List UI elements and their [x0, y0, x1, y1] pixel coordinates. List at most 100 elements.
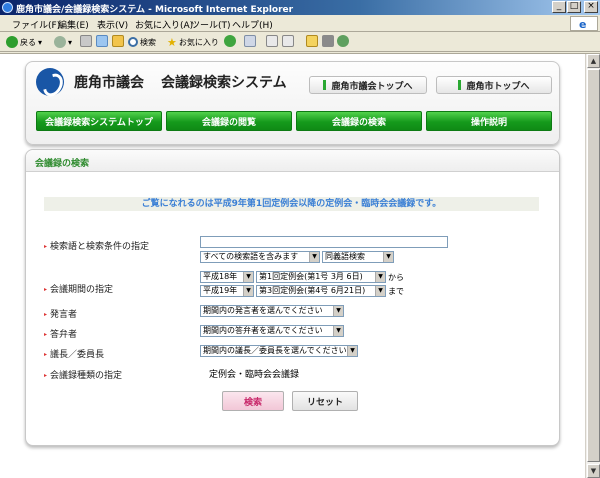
mail-icon[interactable]	[244, 35, 256, 47]
window-controls: _ □ ×	[552, 1, 598, 13]
org-name: 鹿角市議会	[74, 75, 144, 91]
chevron-down-icon: ▼	[383, 252, 393, 262]
city-top-label: 鹿角市トップへ	[466, 81, 530, 92]
window-titlebar: 鹿角市議会/会議録検索システム - Microsoft Internet Exp…	[0, 0, 600, 15]
answerer-select[interactable]: 期間内の答弁者を選んでください ▼	[200, 325, 344, 337]
link-marker-icon	[458, 80, 462, 90]
minimize-button[interactable]: _	[552, 1, 566, 13]
chevron-down-icon: ▼	[309, 252, 319, 262]
chevron-down-icon: ▼	[333, 326, 343, 336]
from-session-value: 第1回定例会(第1号 3月 6日)	[259, 272, 363, 281]
back-arrow-icon	[6, 36, 18, 48]
answerer-label: 答弁者	[44, 327, 77, 340]
web-page: 鹿角市議会 会議録検索システム 鹿角市議会トップへ 鹿角市トップへ 会議録検索シ…	[0, 54, 585, 478]
reset-button[interactable]: リセット	[292, 391, 358, 411]
chevron-down-icon: ▼	[243, 286, 253, 296]
scroll-down-icon[interactable]: ▼	[587, 464, 600, 478]
chair-select[interactable]: 期間内の議長／委員長を選んでください ▼	[200, 345, 358, 357]
history-icon[interactable]	[224, 35, 236, 47]
from-year-value: 平成18年	[203, 272, 238, 281]
search-button[interactable]: 検索	[128, 35, 156, 49]
chevron-down-icon: ▼	[243, 272, 253, 282]
menu-view[interactable]: 表示(V)	[97, 18, 128, 31]
menu-edit[interactable]: 編集(E)	[58, 18, 89, 31]
record-type-value: 定例会・臨時会会議録	[209, 370, 300, 380]
synonym-value: 同義語検索	[325, 252, 365, 261]
scroll-up-icon[interactable]: ▲	[587, 54, 600, 68]
menu-favorites[interactable]: お気に入り(A)	[135, 18, 193, 31]
answerer-value: 期間内の答弁者を選んでください	[203, 326, 323, 335]
from-suffix: から	[388, 273, 404, 282]
from-year-select[interactable]: 平成18年 ▼	[200, 271, 254, 283]
back-button[interactable]: 戻る ▾	[6, 35, 42, 49]
maximize-button[interactable]: □	[567, 1, 581, 13]
council-top-link[interactable]: 鹿角市議会トップへ	[309, 76, 427, 94]
to-session-select[interactable]: 第3回定例会(第4号 6月21日) ▼	[256, 285, 386, 297]
search-panel-header: 会議録の検索	[26, 150, 559, 172]
chevron-down-icon: ▼	[333, 306, 343, 316]
star-icon: ★	[167, 35, 177, 49]
synonym-select[interactable]: 同義語検索 ▼	[322, 251, 394, 263]
keyword-label: 検索語と検索条件の指定	[44, 239, 149, 252]
link-marker-icon	[323, 80, 327, 90]
keyword-condition-value: すべての検索語を含みます	[203, 252, 299, 261]
window-title: 鹿角市議会/会議録検索システム - Microsoft Internet Exp…	[16, 5, 294, 15]
scrollbar-thumb[interactable]	[587, 69, 600, 462]
favorites-label: お気に入り	[178, 37, 219, 47]
period-label: 会議期間の指定	[44, 282, 113, 295]
menu-tools[interactable]: ツール(T)	[191, 18, 231, 31]
forward-dropdown-icon[interactable]: ▾	[68, 38, 72, 47]
browser-viewport: 鹿角市議会 会議録検索システム 鹿角市議会トップへ 鹿角市トップへ 会議録検索シ…	[0, 53, 600, 478]
home-icon[interactable]	[112, 35, 124, 47]
city-logo-icon	[36, 68, 64, 96]
favorites-button[interactable]: ★ お気に入り	[167, 35, 219, 49]
from-session-select[interactable]: 第1回定例会(第1号 3月 6日) ▼	[256, 271, 386, 283]
research-icon[interactable]	[337, 35, 349, 47]
speaker-value: 期間内の発言者を選んでください	[203, 306, 323, 315]
refresh-icon[interactable]	[96, 35, 108, 47]
chevron-down-icon: ▼	[375, 272, 385, 282]
menu-help[interactable]: ヘルプ(H)	[232, 18, 273, 31]
vertical-scrollbar[interactable]: ▲ ▼	[585, 54, 600, 478]
council-top-label: 鹿角市議会トップへ	[331, 81, 413, 92]
search-icon	[128, 37, 138, 47]
messenger-icon[interactable]	[322, 35, 334, 47]
nav-system-top[interactable]: 会議録検索システムトップ	[36, 111, 162, 131]
speaker-label: 発言者	[44, 307, 77, 320]
ie-icon	[2, 2, 13, 13]
forward-button[interactable]: ▾	[54, 35, 72, 49]
system-name: 会議録検索システム	[161, 75, 287, 91]
back-label: 戻る	[20, 37, 36, 47]
nav-search[interactable]: 会議録の検索	[296, 111, 422, 131]
to-year-value: 平成19年	[203, 286, 238, 295]
edit-icon[interactable]	[282, 35, 294, 47]
to-suffix: まで	[388, 287, 404, 296]
city-top-link[interactable]: 鹿角市トップへ	[436, 76, 552, 94]
toolbar: 戻る ▾ ▾ 検索 ★ お気に入り	[0, 32, 600, 52]
search-label: 検索	[140, 37, 156, 47]
print-icon[interactable]	[266, 35, 278, 47]
stop-icon[interactable]	[80, 35, 92, 47]
nav-browse[interactable]: 会議録の閲覧	[166, 111, 292, 131]
site-header: 鹿角市議会 会議録検索システム 鹿角市議会トップへ 鹿角市トップへ 会議録検索シ…	[25, 61, 560, 145]
chair-value: 期間内の議長／委員長を選んでください	[203, 346, 347, 355]
folder-icon[interactable]	[306, 35, 318, 47]
search-panel: 会議録の検索 ご覧になれるのは平成9年第1回定例会以降の定例会・臨時会会議録です…	[25, 149, 560, 446]
windows-logo-icon: e	[570, 16, 598, 31]
chevron-down-icon: ▼	[347, 346, 357, 356]
menu-bar: ファイル(F) 編集(E) 表示(V) お気に入り(A) ツール(T) ヘルプ(…	[0, 15, 600, 32]
keyword-condition-select[interactable]: すべての検索語を含みます ▼	[200, 251, 320, 263]
search-submit-button[interactable]: 検索	[222, 391, 284, 411]
nav-help[interactable]: 操作説明	[426, 111, 552, 131]
back-dropdown-icon[interactable]: ▾	[38, 38, 42, 47]
to-session-value: 第3回定例会(第4号 6月21日)	[259, 286, 366, 295]
speaker-select[interactable]: 期間内の発言者を選んでください ▼	[200, 305, 344, 317]
chair-label: 議長／委員長	[44, 347, 104, 360]
forward-arrow-icon	[54, 36, 66, 48]
search-panel-title: 会議録の検索	[35, 159, 90, 169]
to-year-select[interactable]: 平成19年 ▼	[200, 285, 254, 297]
record-type-label: 会議録種類の指定	[44, 368, 122, 381]
menu-file[interactable]: ファイル(F)	[12, 18, 60, 31]
close-button[interactable]: ×	[584, 1, 598, 13]
keyword-input[interactable]	[200, 236, 448, 248]
